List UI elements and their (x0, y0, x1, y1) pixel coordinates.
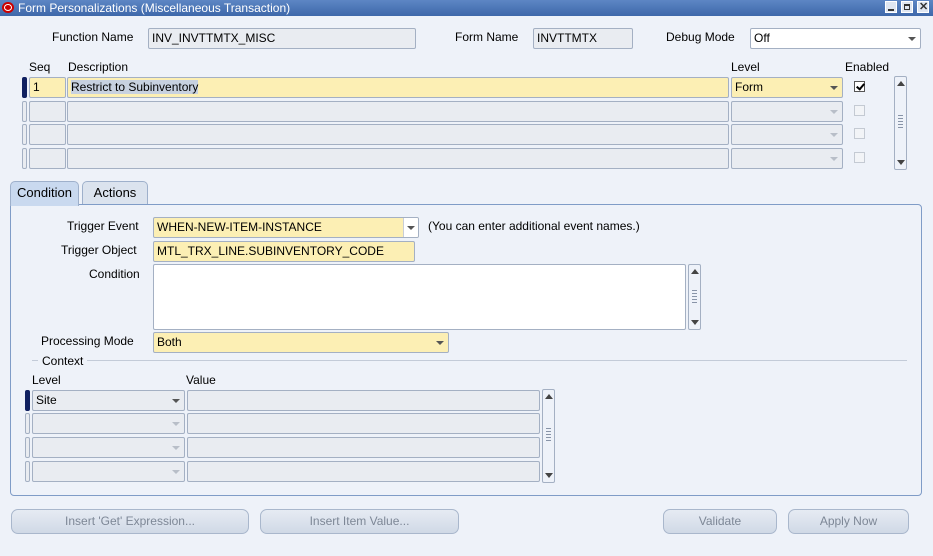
enabled-checkbox[interactable] (854, 105, 865, 116)
row-indicator[interactable] (22, 101, 27, 122)
debug-mode-select[interactable]: Off (750, 28, 921, 49)
scroll-grip-icon[interactable] (898, 115, 903, 129)
row-indicator[interactable] (22, 148, 27, 169)
processing-mode-select[interactable]: Both (153, 332, 449, 353)
row-indicator[interactable] (22, 77, 27, 98)
chevron-down-icon (172, 399, 180, 403)
chevron-down-icon (172, 446, 180, 450)
dropdown-button[interactable] (403, 218, 418, 237)
row-indicator[interactable] (25, 437, 30, 458)
seq-column-header: Seq (29, 60, 51, 74)
context-divider (32, 360, 907, 361)
description-field[interactable] (67, 148, 729, 169)
context-level-header: Level (32, 373, 61, 387)
rules-scrollbar[interactable] (894, 76, 907, 170)
trigger-object-label: Trigger Object (61, 243, 137, 257)
level-select[interactable]: Form (731, 77, 843, 98)
chevron-down-icon (172, 422, 180, 426)
context-level-select[interactable] (32, 461, 185, 482)
level-column-header: Level (731, 60, 760, 74)
condition-label: Condition (89, 267, 140, 281)
debug-mode-label: Debug Mode (666, 30, 735, 44)
description-value: Restrict to Subinventory (71, 80, 199, 94)
trigger-event-hint: (You can enter additional event names.) (428, 219, 640, 233)
processing-mode-label: Processing Mode (41, 334, 134, 348)
function-name-label: Function Name (52, 30, 134, 44)
form-name-label: Form Name (455, 30, 519, 44)
apply-now-button[interactable]: Apply Now (788, 509, 909, 534)
oracle-logo-icon (2, 2, 14, 13)
arrow-down-icon[interactable] (545, 473, 553, 478)
row-indicator[interactable] (25, 390, 30, 411)
arrow-down-icon[interactable] (897, 160, 905, 165)
close-icon[interactable]: ✕ (917, 1, 929, 13)
trigger-event-label: Trigger Event (67, 219, 139, 233)
scroll-grip-icon[interactable] (546, 428, 551, 442)
level-select[interactable] (731, 148, 843, 169)
chevron-down-icon (407, 226, 415, 230)
validate-button[interactable]: Validate (663, 509, 777, 534)
level-value: Form (735, 80, 763, 94)
tab-condition[interactable]: Condition (10, 181, 79, 206)
enabled-column-header: Enabled (845, 60, 890, 74)
context-scrollbar[interactable] (542, 389, 555, 483)
context-value-field[interactable] (187, 413, 540, 434)
chevron-down-icon (172, 470, 180, 474)
context-level-value: Site (36, 393, 57, 407)
enabled-checkbox[interactable] (854, 81, 865, 92)
seq-field[interactable]: 1 (29, 77, 66, 98)
context-level-select[interactable] (32, 437, 185, 458)
enabled-checkbox[interactable] (854, 152, 865, 163)
minimize-icon[interactable] (885, 1, 897, 13)
processing-mode-value: Both (157, 335, 182, 349)
context-section-label: Context (38, 354, 88, 368)
seq-field[interactable] (29, 124, 66, 145)
insert-item-value-button[interactable]: Insert Item Value... (260, 509, 459, 534)
form-name-field[interactable]: INVTTMTX (533, 28, 633, 49)
row-indicator[interactable] (22, 124, 27, 145)
trigger-object-field[interactable]: MTL_TRX_LINE.SUBINVENTORY_CODE (153, 241, 415, 262)
seq-field[interactable] (29, 101, 66, 122)
tab-actions[interactable]: Actions (82, 181, 148, 205)
context-value-field[interactable] (187, 461, 540, 482)
description-field[interactable] (67, 101, 729, 122)
function-name-field[interactable]: INV_INVTTMTX_MISC (148, 28, 416, 49)
level-select[interactable] (731, 124, 843, 145)
context-value-field[interactable] (187, 437, 540, 458)
description-field[interactable]: Restrict to Subinventory (67, 77, 729, 98)
context-value-header: Value (186, 373, 216, 387)
scroll-grip-icon[interactable] (692, 290, 697, 304)
row-indicator[interactable] (25, 413, 30, 434)
chevron-down-icon (830, 157, 838, 161)
window-title: Form Personalizations (Miscellaneous Tra… (18, 1, 291, 15)
debug-mode-value: Off (754, 31, 770, 45)
maximize-icon[interactable] (901, 1, 913, 13)
enabled-checkbox[interactable] (854, 128, 865, 139)
chevron-down-icon (908, 37, 916, 41)
chevron-down-icon (436, 341, 444, 345)
condition-scrollbar[interactable] (688, 264, 701, 330)
chevron-down-icon (830, 133, 838, 137)
context-level-select[interactable] (32, 413, 185, 434)
context-value-field[interactable] (187, 390, 540, 411)
row-indicator[interactable] (25, 461, 30, 482)
level-select[interactable] (731, 101, 843, 122)
description-field[interactable] (67, 124, 729, 145)
arrow-up-icon[interactable] (897, 81, 905, 86)
trigger-event-select[interactable]: WHEN-NEW-ITEM-INSTANCE (153, 217, 419, 238)
trigger-event-value: WHEN-NEW-ITEM-INSTANCE (157, 220, 322, 234)
condition-textarea[interactable] (153, 264, 686, 330)
arrow-down-icon[interactable] (691, 320, 699, 325)
description-column-header: Description (68, 60, 129, 74)
arrow-up-icon[interactable] (545, 394, 553, 399)
arrow-up-icon[interactable] (691, 269, 699, 274)
context-level-select[interactable]: Site (32, 390, 185, 411)
title-bar: Form Personalizations (Miscellaneous Tra… (0, 0, 933, 16)
seq-field[interactable] (29, 148, 66, 169)
chevron-down-icon (830, 86, 838, 90)
chevron-down-icon (830, 110, 838, 114)
insert-get-expression-button[interactable]: Insert 'Get' Expression... (11, 509, 249, 534)
